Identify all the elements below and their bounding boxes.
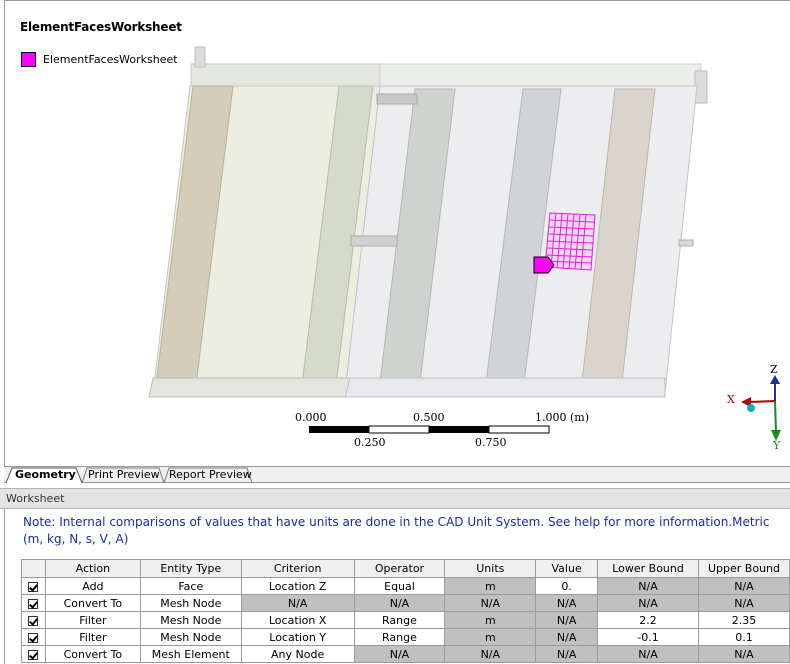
row-checkbox[interactable] [28,615,39,626]
graphics-viewport[interactable]: ElementFacesWorksheet ElementFacesWorksh… [4,0,790,466]
viewport-title: ElementFacesWorksheet [20,20,182,34]
cell-entity-type[interactable]: Mesh Node [139,594,242,612]
worksheet-panel: Note: Internal comparisons of values tha… [4,509,790,664]
cell-criterion[interactable]: Location X [240,611,355,629]
top-rail-right [379,63,702,87]
model-geometry[interactable] [5,1,790,466]
cell-upper-bound[interactable]: 2.35 [697,611,790,629]
legend-swatch [21,52,36,67]
triad-y-label: Y [773,439,781,452]
cell-operator: N/A [353,594,446,612]
cell-entity-type[interactable]: Mesh Node [139,611,242,629]
cell-operator[interactable]: Range [353,611,446,629]
column-header [21,559,46,578]
cell-operator[interactable]: Equal [353,577,446,595]
column-header[interactable]: Units [444,559,537,578]
table-row[interactable]: Convert To Mesh Element Any Node N/A N/A… [21,645,790,663]
cell-lower-bound: N/A [597,577,699,595]
legend: ElementFacesWorksheet [21,52,178,67]
clip-block [350,235,398,247]
cell-action[interactable]: Convert To [44,594,141,612]
clip-block [376,93,418,105]
table-header-row: Action Entity Type Criterion Operator Un… [21,559,790,578]
cell-units: m [444,628,537,646]
worksheet-table: Action Entity Type Criterion Operator Un… [21,559,790,663]
column-header[interactable]: Entity Type [139,559,242,578]
row-checkbox[interactable] [28,649,39,660]
cell-upper-bound: N/A [697,577,790,595]
cell-units: N/A [444,645,537,663]
bottom-rail [344,377,666,398]
cell-action[interactable]: Filter [44,628,141,646]
row-checkbox[interactable] [28,581,39,592]
triad-z-label: Z [770,363,778,376]
cell-action[interactable]: Filter [44,611,141,629]
column-header[interactable]: Operator [353,559,446,578]
worksheet-header: Worksheet [0,488,790,509]
column-header[interactable]: Value [535,559,599,578]
legend-label: ElementFacesWorksheet [43,53,178,66]
cell-operator: N/A [353,645,446,663]
cell-value: N/A [535,628,599,646]
cell-lower-bound: N/A [597,645,699,663]
cell-lower-bound: N/A [597,594,699,612]
scale-label: 1.000 (m) [535,411,590,424]
cell-value: N/A [535,611,599,629]
table-row[interactable]: Add Face Location Z Equal m 0. N/A N/A [21,577,790,595]
scale-label: 0.250 [354,436,386,449]
coordinate-triad[interactable] [741,375,781,441]
cell-value[interactable]: 0. [535,577,599,595]
worksheet-note: Note: Internal comparisons of values tha… [23,515,770,546]
cell-entity-type[interactable]: Mesh Element [139,645,242,663]
column-header[interactable]: Action [44,559,141,578]
cell-criterion[interactable]: Any Node [240,645,355,663]
cell-lower-bound[interactable]: 2.2 [597,611,699,629]
cell-upper-bound: N/A [697,645,790,663]
table-row[interactable]: Convert To Mesh Node N/A N/A N/A N/A N/A… [21,594,790,612]
row-checkbox[interactable] [28,598,39,609]
top-rail-tab [194,46,206,68]
cell-action[interactable]: Add [44,577,141,595]
cell-lower-bound[interactable]: -0.1 [597,628,699,646]
column-header[interactable]: Lower Bound [597,559,699,578]
cell-entity-type[interactable]: Mesh Node [139,628,242,646]
cell-operator[interactable]: Range [353,628,446,646]
table-row[interactable]: Filter Mesh Node Location Y Range m N/A … [21,628,790,646]
tab-report-preview[interactable]: Report Preview [169,468,252,481]
row-checkbox[interactable] [28,632,39,643]
cell-criterion[interactable]: Location Z [240,577,355,595]
cell-units: m [444,611,537,629]
scale-label: 0.750 [475,436,507,449]
cell-upper-bound: N/A [697,594,790,612]
view-tabs: Geometry Print Preview Report Preview [4,466,790,484]
cell-units: N/A [444,594,537,612]
column-header[interactable]: Upper Bound [697,559,790,578]
cell-upper-bound[interactable]: 0.1 [697,628,790,646]
scale-label: 0.000 [295,411,327,424]
clip-block [678,239,694,247]
column-header[interactable]: Criterion [240,559,355,578]
top-rail-left [190,63,381,87]
table-row[interactable]: Filter Mesh Node Location X Range m N/A … [21,611,790,629]
selected-element-faces[interactable] [544,212,596,271]
cell-entity-type[interactable]: Face [139,577,242,595]
cell-units: m [444,577,537,595]
tab-print-preview[interactable]: Print Preview [88,468,160,481]
bottom-rail [148,377,351,398]
worksheet-title: Worksheet [6,492,65,505]
cell-criterion[interactable]: Location Y [240,628,355,646]
cell-action[interactable]: Convert To [44,645,141,663]
cell-value: N/A [535,645,599,663]
tab-geometry[interactable]: Geometry [15,468,76,481]
cell-criterion: N/A [240,594,355,612]
cell-value: N/A [535,594,599,612]
scale-bar [309,425,550,434]
triad-x-label: X [727,393,735,406]
scale-label: 0.500 [413,411,445,424]
